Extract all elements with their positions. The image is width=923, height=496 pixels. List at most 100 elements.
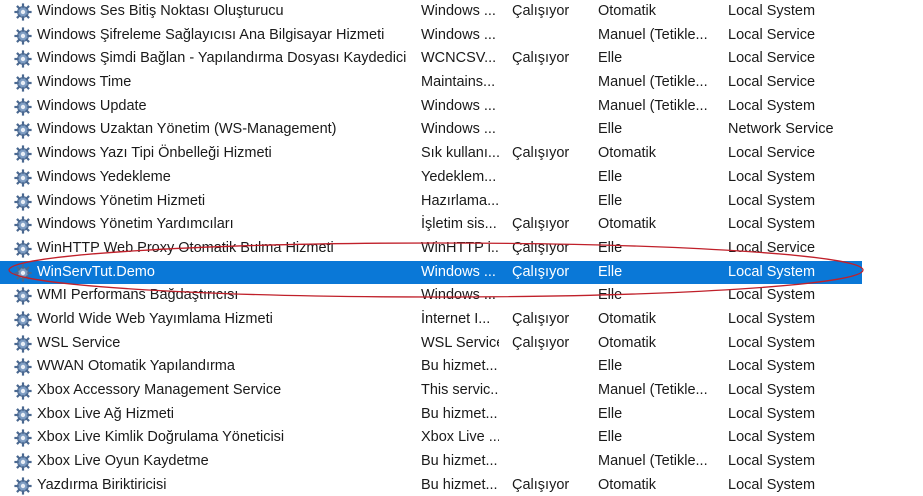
service-row[interactable]: Windows Update Windows ... Manuel (Tetik… <box>0 95 923 119</box>
service-name: Windows Yazı Tipi Önbelleği Hizmeti <box>37 145 272 162</box>
service-logon-as: Local System <box>728 192 816 209</box>
service-name: Windows Yönetim Yardımcıları <box>37 216 234 233</box>
gear-icon <box>14 50 32 68</box>
gear-icon <box>14 169 32 187</box>
service-startup-type: Elle <box>598 50 623 67</box>
service-name: World Wide Web Yayımlama Hizmeti <box>37 310 273 327</box>
service-row[interactable]: Xbox Live Ağ Hizmeti Bu hizmet... Elle L… <box>0 403 923 427</box>
gear-icon <box>14 263 32 282</box>
service-row[interactable]: WMI Performans Bağdaştırıcısı Windows ..… <box>0 284 923 308</box>
service-logon-as: Local System <box>728 287 816 304</box>
service-row[interactable]: Xbox Accessory Management Service This s… <box>0 379 923 403</box>
service-logon-as: Local System <box>728 216 816 233</box>
service-row[interactable]: Windows Şimdi Bağlan - Yapılandırma Dosy… <box>0 47 923 71</box>
service-logon-as: Local System <box>728 382 816 398</box>
gear-icon <box>14 287 32 305</box>
service-status: Çalışıyor <box>512 263 570 280</box>
service-row[interactable]: World Wide Web Yayımlama Hizmeti İnterne… <box>0 308 923 332</box>
service-logon-as: Local System <box>728 168 816 185</box>
service-description: Windows ... <box>421 3 496 19</box>
service-description: Bu hizmet... <box>421 358 498 375</box>
service-row[interactable]: Windows Time Maintains... Manuel (Tetikl… <box>0 71 923 95</box>
service-row[interactable]: WWAN Otomatik Yapılandırma Bu hizmet... … <box>0 355 923 379</box>
gear-icon <box>14 192 32 211</box>
gear-icon <box>14 477 32 495</box>
service-row[interactable]: WinHTTP Web Proxy Otomatik Bulma Hizmeti… <box>0 237 923 261</box>
service-status: Çalışıyor <box>512 145 570 162</box>
service-startup-type: Otomatik <box>598 145 657 162</box>
service-name: Xbox Live Kimlik Doğrulama Yöneticisi <box>37 429 285 446</box>
service-description: This servic... <box>421 382 499 398</box>
service-logon-as: Local Service <box>728 50 816 67</box>
service-logon-as: Local System <box>728 263 816 280</box>
service-row[interactable]: Windows Uzaktan Yönetim (WS-Management) … <box>0 118 923 142</box>
service-logon-as: Local System <box>728 3 816 19</box>
service-name: Windows Ses Bitiş Noktası Oluşturucu <box>37 3 284 19</box>
service-startup-type: Elle <box>598 429 623 446</box>
service-row[interactable]: Windows Yedekleme Yedeklem... Elle Local… <box>0 166 923 190</box>
service-logon-as: Local Service <box>728 145 816 162</box>
service-row[interactable]: WSL Service WSL Service Çalışıyor Otomat… <box>0 332 923 356</box>
gear-icon <box>14 429 32 447</box>
service-description: WinHTTP i... <box>421 239 499 256</box>
service-logon-as: Local System <box>728 429 816 446</box>
service-row[interactable]: Windows Ses Bitiş Noktası Oluşturucu Win… <box>0 0 923 24</box>
service-logon-as: Local System <box>728 358 816 375</box>
service-row[interactable]: Xbox Live Oyun Kaydetme Bu hizmet... Man… <box>0 450 923 474</box>
service-logon-as: Local System <box>728 97 816 114</box>
service-name: WinServTut.Demo <box>37 263 155 280</box>
service-description: Hazırlama... <box>421 192 499 209</box>
service-logon-as: Local Service <box>728 26 816 43</box>
service-startup-type: Elle <box>598 358 623 375</box>
services-list: Windows Ses Bitiş Noktası Oluşturucu Win… <box>0 0 923 496</box>
gear-icon <box>14 358 32 376</box>
service-row[interactable]: WinServTut.Demo Windows ... Çalışıyor El… <box>0 260 923 285</box>
service-startup-type: Elle <box>598 405 623 422</box>
service-startup-type: Manuel (Tetikle... <box>598 97 708 114</box>
service-startup-type: Otomatik <box>598 334 657 351</box>
service-name: WinHTTP Web Proxy Otomatik Bulma Hizmeti <box>37 239 334 256</box>
service-logon-as: Local System <box>728 334 816 351</box>
service-row[interactable]: Xbox Live Kimlik Doğrulama Yöneticisi Xb… <box>0 426 923 450</box>
service-name: Yazdırma Biriktiricisi <box>37 476 167 493</box>
service-name: WMI Performans Bağdaştırıcısı <box>37 287 239 304</box>
gear-icon <box>14 145 32 163</box>
service-logon-as: Local System <box>728 476 816 493</box>
service-row[interactable]: Yazdırma Biriktiricisi Bu hizmet... Çalı… <box>0 474 923 496</box>
service-startup-type: Elle <box>598 239 623 256</box>
gear-icon <box>14 240 32 258</box>
service-startup-type: Elle <box>598 263 623 280</box>
service-logon-as: Local Service <box>728 239 816 256</box>
gear-icon <box>14 27 32 45</box>
service-row[interactable]: Windows Yönetim Hizmeti Hazırlama... Ell… <box>0 190 923 214</box>
service-row[interactable]: Windows Şifreleme Sağlayıcısı Ana Bilgis… <box>0 24 923 48</box>
service-status: Çalışıyor <box>512 334 570 351</box>
service-logon-as: Local Service <box>728 74 816 91</box>
service-name: Xbox Live Oyun Kaydetme <box>37 453 209 470</box>
service-name: Windows Şimdi Bağlan - Yapılandırma Dosy… <box>37 50 407 67</box>
gear-icon <box>14 406 32 424</box>
service-description: Windows ... <box>421 26 496 43</box>
service-description: İşletim sis... <box>421 216 497 233</box>
service-logon-as: Local System <box>728 453 816 470</box>
gear-icon <box>14 216 32 234</box>
service-description: WCNCSV... <box>421 50 497 67</box>
service-row[interactable]: Windows Yazı Tipi Önbelleği Hizmeti Sık … <box>0 142 923 166</box>
service-status: Çalışıyor <box>512 310 570 327</box>
service-description: WSL Service <box>421 334 499 351</box>
service-status: Çalışıyor <box>512 476 570 493</box>
service-row[interactable]: Windows Yönetim Yardımcıları İşletim sis… <box>0 213 923 237</box>
service-startup-type: Elle <box>598 121 623 138</box>
gear-icon <box>14 3 32 21</box>
service-description: Bu hizmet... <box>421 405 498 422</box>
service-description: Bu hizmet... <box>421 476 498 493</box>
service-logon-as: Local System <box>728 405 816 422</box>
service-description: Xbox Live ... <box>421 429 499 446</box>
service-description: Windows ... <box>421 263 496 280</box>
service-startup-type: Manuel (Tetikle... <box>598 74 708 91</box>
service-description: Yedeklem... <box>421 168 497 185</box>
service-name: Windows Şifreleme Sağlayıcısı Ana Bilgis… <box>37 26 385 43</box>
gear-icon <box>14 382 32 400</box>
service-description: Sık kullanı... <box>421 145 499 162</box>
service-status: Çalışıyor <box>512 216 570 233</box>
